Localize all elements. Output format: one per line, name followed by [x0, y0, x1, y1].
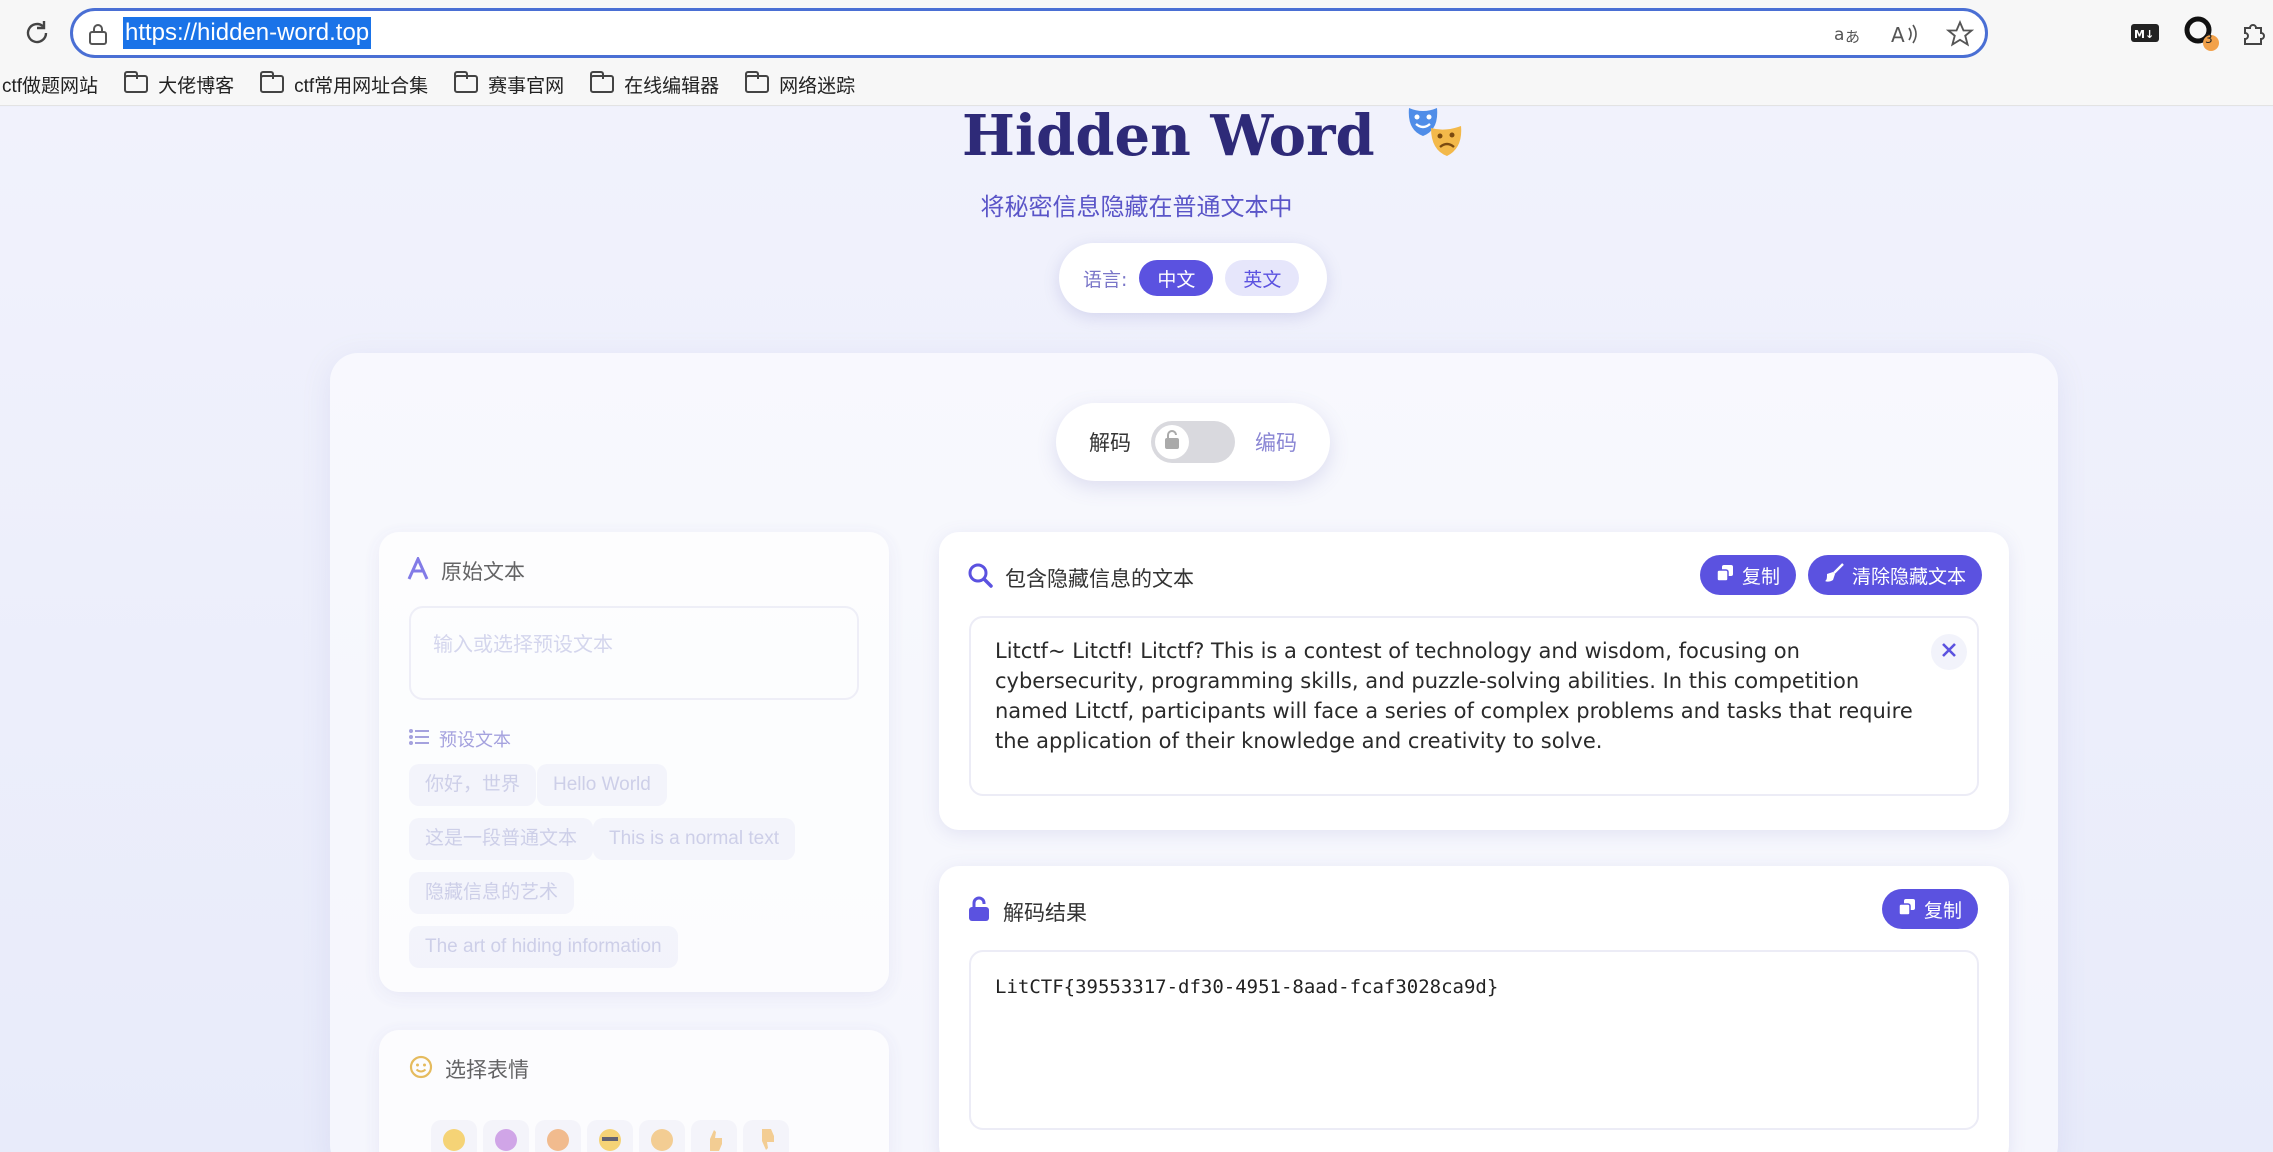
reload-icon[interactable] [18, 14, 56, 52]
hidden-text-card: 包含隐藏信息的文本 复制 清除隐藏文本 Litctf~ Litctf! Litc… [939, 532, 2009, 830]
read-aloud-icon[interactable]: A [1887, 17, 1921, 51]
language-switcher: 语言: 中文 英文 [1059, 243, 1327, 313]
hidden-text-header: 包含隐藏信息的文本 [967, 562, 1194, 593]
original-text-card: 原始文本 输入或选择预设文本 预设文本 你好，世界 Hello World 这是… [379, 532, 889, 992]
extension-badge-count: 3 [2205, 32, 2213, 46]
extensions-puzzle-icon[interactable] [2238, 14, 2268, 52]
bookmark-label: 网络迷踪 [779, 75, 856, 97]
folder-icon [124, 71, 149, 93]
original-text-header: 原始文本 [407, 554, 525, 586]
bookmark-folder[interactable]: 大佬博客 [124, 71, 234, 98]
lang-zh-button[interactable]: 中文 [1139, 260, 1214, 296]
smile-icon [409, 1055, 433, 1084]
clear-hidden-text-button[interactable]: 清除隐藏文本 [1808, 555, 1983, 595]
hidden-text-title: 包含隐藏信息的文本 [1005, 566, 1194, 591]
presets-title: 预设文本 [439, 730, 511, 751]
emoji-picker-title: 选择表情 [445, 1058, 529, 1082]
preset-chip[interactable]: Hello World [537, 764, 667, 806]
svg-text:あ: あ [1845, 28, 1860, 46]
favorite-star-icon[interactable] [1943, 17, 1977, 51]
emoji-option[interactable] [639, 1120, 685, 1152]
emoji-option[interactable] [483, 1120, 529, 1152]
clear-input-button[interactable] [1931, 634, 1967, 670]
svg-text:a: a [1834, 25, 1844, 45]
preset-chip[interactable]: 你好，世界 [409, 764, 537, 806]
emoji-option[interactable] [535, 1120, 581, 1152]
broom-icon [1824, 562, 1844, 588]
copy-result-button[interactable]: 复制 [1882, 889, 1979, 929]
encode-mode-label[interactable]: 编码 [1255, 427, 1297, 457]
emoji-option[interactable] [743, 1120, 789, 1152]
list-icon [409, 728, 429, 750]
switch-knob[interactable] [1155, 425, 1189, 459]
preset-chip[interactable]: 这是一段普通文本 [409, 818, 594, 860]
folder-icon [454, 71, 479, 93]
bookmark-item[interactable]: ctf做题网站 [2, 71, 98, 98]
theater-masks-icon [1405, 104, 1467, 168]
decode-result-area[interactable]: LitCTF{39553317-df30-4951-8aad-fcaf3028c… [969, 950, 1979, 1130]
page-title: Hidden Word [962, 103, 1375, 169]
folder-icon [260, 71, 285, 93]
decode-result-header: 解码结果 [967, 896, 1087, 927]
font-a-icon [407, 554, 429, 586]
bookmark-label: ctf常用网址合集 [294, 75, 429, 97]
hidden-text-area[interactable]: Litctf~ Litctf! Litctf? This is a contes… [969, 616, 1979, 796]
bookmark-label: 赛事官网 [488, 75, 565, 97]
address-bar[interactable]: https://hidden-word.top aあ A [70, 8, 1988, 58]
preset-chip[interactable]: The art of hiding information [409, 926, 678, 968]
emoji-option[interactable] [691, 1120, 737, 1152]
lang-en-button[interactable]: 英文 [1225, 260, 1300, 296]
clear-button-label: 清除隐藏文本 [1852, 565, 1967, 588]
emoji-option[interactable] [431, 1120, 477, 1152]
lock-icon [87, 22, 109, 46]
decode-result-card: 解码结果 复制 LitCTF{39553317-df30-4951-8aad-f… [939, 866, 2009, 1152]
original-text-input[interactable]: 输入或选择预设文本 [409, 606, 859, 700]
decode-result-content: LitCTF{39553317-df30-4951-8aad-fcaf3028c… [995, 976, 1499, 998]
copy-icon [1716, 564, 1734, 587]
decode-result-title: 解码结果 [1003, 900, 1087, 925]
bookmark-folder[interactable]: 在线编辑器 [590, 71, 719, 98]
original-text-title: 原始文本 [441, 560, 525, 584]
close-icon [1941, 642, 1957, 662]
bookmark-label: 大佬博客 [158, 75, 235, 97]
page-subtitle: 将秘密信息隐藏在普通文本中 [980, 193, 1293, 221]
language-label: 语言: [1083, 268, 1128, 291]
copy-icon [1898, 898, 1916, 921]
copy-hidden-text-button[interactable]: 复制 [1700, 555, 1797, 595]
mode-toggle: 解码 编码 [1056, 403, 1330, 481]
original-text-placeholder: 输入或选择预设文本 [433, 632, 613, 656]
presets-header: 预设文本 [409, 726, 511, 752]
search-icon [967, 562, 993, 593]
copy-button-label: 复制 [1742, 565, 1781, 588]
folder-icon [745, 71, 770, 93]
folder-icon [590, 71, 615, 93]
unlock-icon [967, 896, 991, 927]
emoji-option[interactable] [587, 1120, 633, 1152]
copy-button-label: 复制 [1924, 899, 1963, 922]
preset-chip[interactable]: This is a normal text [593, 818, 795, 860]
markdown-extension-icon[interactable]: M↓ [2128, 14, 2162, 52]
svg-text:M↓: M↓ [2134, 28, 2154, 41]
decode-mode-label[interactable]: 解码 [1089, 427, 1131, 457]
emoji-picker-card: 选择表情 [379, 1030, 889, 1152]
bookmark-folder[interactable]: ctf常用网址合集 [260, 71, 428, 98]
address-bar-actions: aあ A [1831, 17, 1977, 51]
bookmarks-bar: ctf做题网站 大佬博客 ctf常用网址合集 赛事官网 在线编辑器 网络迷踪 [0, 66, 855, 102]
translate-icon[interactable]: aあ [1831, 17, 1865, 51]
bookmark-label: ctf做题网站 [2, 75, 99, 97]
extension-badge-icon[interactable]: 3 [2180, 14, 2224, 52]
svg-text:A: A [1891, 23, 1905, 46]
preset-chip[interactable]: 隐藏信息的艺术 [409, 872, 575, 914]
unlock-icon [1163, 429, 1181, 455]
header: Hidden Word [962, 103, 1467, 169]
bookmark-folder[interactable]: 赛事官网 [454, 71, 564, 98]
mode-switch[interactable] [1151, 421, 1235, 463]
bookmark-label: 在线编辑器 [624, 75, 720, 97]
browser-chrome: https://hidden-word.top aあ A M↓ 3 ctf做题网… [0, 0, 2273, 106]
bookmark-folder[interactable]: 网络迷踪 [745, 71, 855, 98]
emoji-picker-header: 选择表情 [409, 1054, 529, 1084]
hidden-text-content: Litctf~ Litctf! Litctf? This is a contes… [995, 639, 1913, 753]
url-text[interactable]: https://hidden-word.top [123, 17, 372, 49]
